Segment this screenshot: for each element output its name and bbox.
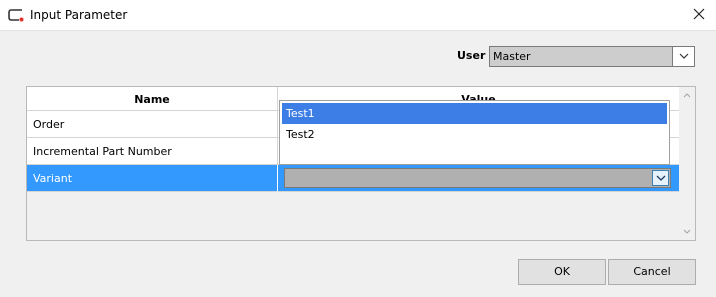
- grid-row-variant[interactable]: Variant: [27, 165, 679, 192]
- title-bar: Input Parameter: [0, 0, 716, 31]
- dropdown-option-test2[interactable]: Test2: [282, 124, 667, 145]
- chevron-down-icon: [679, 53, 689, 59]
- row-name: Variant: [33, 172, 73, 185]
- app-icon: [8, 8, 24, 22]
- ok-button[interactable]: OK: [518, 259, 606, 285]
- dropdown-option-test1[interactable]: Test1: [282, 103, 667, 124]
- row-name: Order: [33, 118, 65, 131]
- variant-dropdown-button[interactable]: [652, 170, 669, 186]
- user-label: User: [457, 49, 486, 62]
- cancel-button[interactable]: Cancel: [608, 259, 696, 285]
- dropdown-option-label: Test1: [286, 107, 315, 120]
- close-icon[interactable]: [692, 7, 706, 21]
- variant-dropdown-list: Test1 Test2: [279, 100, 670, 165]
- variant-value-combo[interactable]: [284, 168, 671, 188]
- scroll-up-icon[interactable]: [683, 93, 691, 98]
- chevron-down-icon: [656, 175, 666, 181]
- cell-divider: [277, 165, 278, 192]
- scroll-down-icon[interactable]: [683, 229, 691, 234]
- window-title: Input Parameter: [30, 8, 128, 22]
- user-select-dropdown-button[interactable]: [672, 47, 694, 66]
- grid-vertical-scrollbar[interactable]: [679, 87, 695, 240]
- cell-divider: [277, 138, 278, 165]
- user-select[interactable]: Master: [489, 46, 695, 67]
- row-name: Incremental Part Number: [33, 145, 172, 158]
- user-select-value: Master: [493, 50, 531, 63]
- cell-divider: [277, 111, 278, 138]
- column-header-name[interactable]: Name: [27, 93, 277, 106]
- dropdown-option-label: Test2: [286, 128, 315, 141]
